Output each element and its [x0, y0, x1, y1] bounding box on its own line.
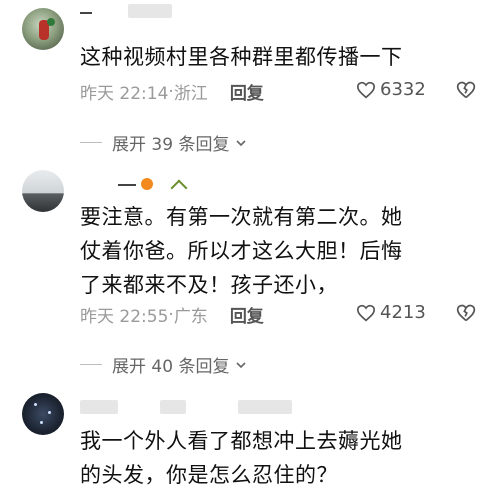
sun-emoji-icon	[141, 178, 153, 190]
comment-text: 这种视频村里各种群里都传播一下	[80, 45, 403, 69]
expand-replies-label: 展开 39 条回复	[112, 135, 230, 155]
broken-heart-icon[interactable]	[456, 80, 476, 100]
expand-replies-label: 展开 40 条回复	[112, 357, 230, 377]
username-mask	[118, 184, 136, 186]
username-blurred	[238, 400, 292, 414]
comment-text: 要注意。有第一次就有第二次。她 仗着你爸。所以才这么大胆！后悔 了来都来不及！孩…	[80, 205, 403, 297]
comment-meta: 昨天 22:55 · 广东 回复	[80, 302, 264, 328]
username-blurred[interactable]	[80, 400, 118, 414]
broken-heart-icon[interactable]	[456, 303, 476, 323]
username-blurred[interactable]	[128, 4, 172, 18]
like-button[interactable]: 4213	[356, 302, 426, 323]
reply-button[interactable]: 回复	[230, 302, 264, 327]
comment-time: 昨天 22:14	[80, 84, 169, 104]
avatar-star	[34, 403, 37, 406]
comment-text: 我一个外人看了都想冲上去薅光她 的头发，你是怎么忍住的？	[80, 429, 403, 487]
avatar-star	[48, 411, 51, 414]
chevron-down-icon	[236, 139, 247, 146]
avatar[interactable]	[22, 393, 64, 435]
username-mask	[80, 12, 92, 14]
avatar[interactable]	[22, 170, 64, 212]
expand-divider-line	[80, 364, 102, 365]
like-button[interactable]: 6332	[356, 79, 426, 100]
username-blurred	[160, 400, 186, 414]
expand-divider-line	[80, 142, 102, 143]
like-count: 6332	[380, 79, 426, 100]
comment-meta: 昨天 22:14 · 浙江 回复	[80, 79, 264, 105]
avatar[interactable]	[22, 8, 64, 50]
expand-replies-button[interactable]: 展开 39 条回复	[80, 130, 247, 155]
expand-replies-button[interactable]: 展开 40 条回复	[80, 352, 247, 377]
comment-location: 广东	[173, 307, 208, 327]
comment-location: 浙江	[173, 84, 208, 104]
plant-emoji-icon	[170, 179, 188, 197]
like-count: 4213	[380, 302, 426, 323]
avatar-star	[40, 421, 43, 424]
avatar-figure-detail	[47, 18, 55, 26]
heart-icon	[356, 304, 376, 321]
chevron-down-icon	[236, 361, 247, 368]
reply-button[interactable]: 回复	[230, 79, 264, 104]
heart-icon	[356, 81, 376, 98]
comment-time: 昨天 22:55	[80, 307, 169, 327]
